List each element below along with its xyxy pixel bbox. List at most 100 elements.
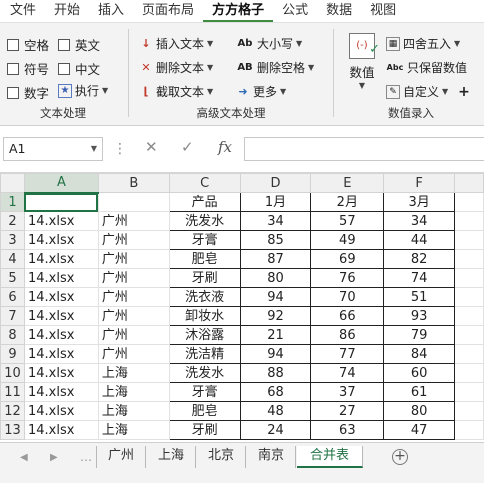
tab-home[interactable]: 开始	[45, 0, 89, 22]
checkbox-box[interactable]	[7, 38, 19, 51]
cell-a[interactable]: 14.xlsx	[23, 287, 99, 307]
tab-file[interactable]: 文件	[0, 0, 45, 22]
cell-b[interactable]: 广州	[97, 306, 170, 326]
cell-b[interactable]: 上海	[97, 401, 170, 421]
cell-c[interactable]: 肥皂	[168, 249, 241, 269]
row-header[interactable]: 4	[0, 249, 25, 269]
cell-c[interactable]: 洗洁精	[168, 344, 241, 364]
cell-f[interactable]: 74	[383, 268, 456, 288]
row-header[interactable]: 3	[0, 230, 25, 250]
cell-a[interactable]: 14.xlsx	[23, 325, 99, 345]
cell-c[interactable]: 肥皂	[168, 401, 241, 421]
column-header[interactable]: A	[23, 173, 99, 194]
cell-f[interactable]: 60	[383, 363, 456, 383]
column-header[interactable]: C	[168, 173, 241, 193]
more-button[interactable]: ➜ 更多 ▼	[236, 83, 286, 100]
cell-d[interactable]: 88	[239, 363, 312, 383]
tab-data[interactable]: 数据	[317, 0, 361, 22]
column-header[interactable]: E	[310, 173, 385, 193]
cell-empty[interactable]	[454, 306, 484, 326]
cell-f[interactable]: 44	[383, 230, 456, 250]
checkbox-box[interactable]	[58, 62, 70, 75]
cell-e[interactable]: 66	[310, 306, 385, 326]
cell-c[interactable]: 洗发水	[168, 363, 241, 383]
cell-a[interactable]: 14.xlsx	[23, 230, 99, 250]
cell-f[interactable]: 79	[383, 325, 456, 345]
cell-a[interactable]: 14.xlsx	[23, 420, 99, 440]
cell-d[interactable]: 1月	[239, 192, 312, 212]
cell-empty[interactable]	[454, 211, 484, 231]
checkbox-box[interactable]	[7, 86, 19, 99]
cell-empty[interactable]	[454, 382, 484, 402]
cell-c[interactable]: 洗衣液	[168, 287, 241, 307]
select-all-corner[interactable]	[0, 173, 25, 193]
case-button[interactable]: Ab 大小写 ▼	[236, 35, 303, 52]
cell-f[interactable]: 51	[383, 287, 456, 307]
row-header[interactable]: 12	[0, 401, 25, 421]
cell-empty[interactable]	[454, 249, 484, 269]
cell-empty[interactable]	[454, 192, 484, 212]
cell-a[interactable]: 14.xlsx	[23, 382, 99, 402]
spreadsheet-grid[interactable]: A B C D E F 1 产品 1月 2月 3月 2 14.xlsx 广州 洗发水 34 57 34…	[0, 172, 484, 442]
cell-d[interactable]: 21	[239, 325, 312, 345]
cell-d[interactable]: 87	[239, 249, 312, 269]
cell-e[interactable]: 74	[310, 363, 385, 383]
cell-e[interactable]: 27	[310, 401, 385, 421]
row-header[interactable]: 6	[0, 287, 25, 307]
cell-d[interactable]: 80	[239, 268, 312, 288]
name-box[interactable]: A1 ▼	[3, 137, 103, 161]
cell-c[interactable]: 牙膏	[168, 382, 241, 402]
cell-d[interactable]: 94	[239, 287, 312, 307]
round-button[interactable]: ▦ 四舍五入 ▼	[386, 35, 460, 52]
cell-b[interactable]: 上海	[97, 363, 170, 383]
cell-d[interactable]: 48	[239, 401, 312, 421]
row-header[interactable]: 11	[0, 382, 25, 402]
tab-view[interactable]: 视图	[361, 0, 405, 22]
numeric-button[interactable]: (-) ✓ 数值 ▼	[342, 33, 382, 90]
execute-button[interactable]: ★ 执行 ▼	[58, 82, 108, 99]
cell-e[interactable]: 70	[310, 287, 385, 307]
cell-e[interactable]: 63	[310, 420, 385, 440]
cell-b[interactable]	[97, 192, 170, 212]
formula-input[interactable]	[244, 137, 484, 161]
row-header[interactable]: 13	[0, 420, 25, 440]
cell-d[interactable]: 34	[239, 211, 312, 231]
cell-empty[interactable]	[454, 363, 484, 383]
cell-f[interactable]: 61	[383, 382, 456, 402]
cell-d[interactable]: 85	[239, 230, 312, 250]
sheet-tab-merged[interactable]: 合并表	[297, 446, 364, 468]
cell-b[interactable]: 上海	[97, 420, 170, 440]
cell-e[interactable]: 76	[310, 268, 385, 288]
tab-formulas[interactable]: 公式	[273, 0, 317, 22]
checkbox-space[interactable]: 空格	[7, 35, 49, 54]
cell-empty[interactable]	[454, 230, 484, 250]
cell-empty[interactable]	[454, 325, 484, 345]
cell-empty[interactable]	[454, 287, 484, 307]
row-header[interactable]: 1	[0, 192, 25, 212]
column-header[interactable]: B	[97, 173, 170, 193]
checkbox-symbol[interactable]: 符号	[7, 59, 49, 78]
checkbox-box[interactable]	[7, 62, 19, 75]
cell-a[interactable]: 14.xlsx	[23, 401, 99, 421]
cell-b[interactable]: 上海	[97, 382, 170, 402]
enter-check-icon[interactable]: ✓	[181, 138, 194, 156]
more-sheets-icon[interactable]: …	[80, 450, 92, 464]
cell-e[interactable]: 57	[310, 211, 385, 231]
custom-button[interactable]: ✎ 自定义 ▼ +	[386, 83, 470, 100]
cell-empty[interactable]	[454, 344, 484, 364]
column-header-empty[interactable]	[454, 173, 484, 193]
row-header[interactable]: 7	[0, 306, 25, 326]
cell-c[interactable]: 沐浴露	[168, 325, 241, 345]
cell-e[interactable]: 2月	[310, 192, 385, 212]
cell-d[interactable]: 94	[239, 344, 312, 364]
checkbox-box[interactable]	[58, 38, 70, 51]
cell-c[interactable]: 卸妆水	[168, 306, 241, 326]
cell-e[interactable]: 86	[310, 325, 385, 345]
cell-a[interactable]: 14.xlsx	[23, 306, 99, 326]
cell-d[interactable]: 24	[239, 420, 312, 440]
cell-c[interactable]: 洗发水	[168, 211, 241, 231]
cell-empty[interactable]	[454, 420, 484, 440]
add-sheet-icon[interactable]: +	[392, 449, 408, 465]
cell-c[interactable]: 牙膏	[168, 230, 241, 250]
next-sheet-icon[interactable]: ▶	[50, 452, 58, 463]
